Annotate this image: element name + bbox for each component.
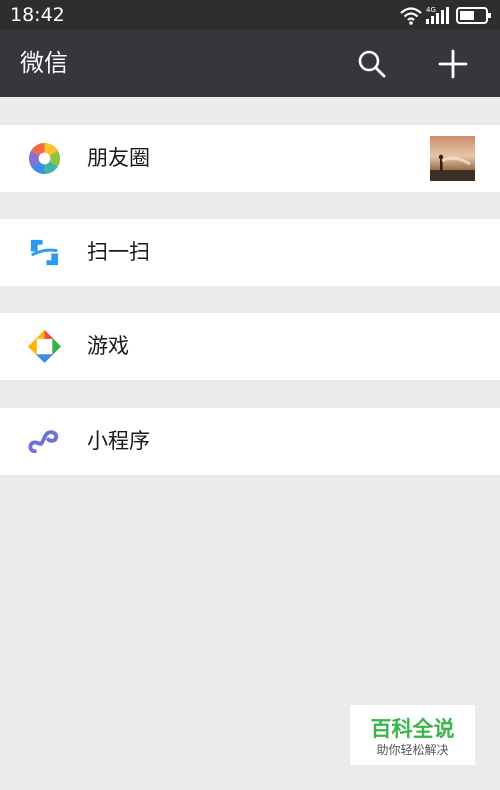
menu-item-label: 扫一扫 — [87, 240, 150, 264]
menu-item-label: 小程序 — [87, 429, 150, 453]
title-bar: 微信 — [0, 30, 500, 97]
search-icon — [358, 50, 386, 78]
add-button[interactable] — [437, 48, 469, 80]
menu-item-scan[interactable]: 扫一扫 — [0, 219, 500, 286]
watermark-subtitle: 助你轻松解决 — [376, 743, 449, 757]
menu-item-label: 朋友圈 — [87, 146, 150, 170]
mini-program-icon — [28, 430, 59, 454]
games-icon — [27, 329, 62, 364]
search-button[interactable] — [356, 48, 388, 80]
menu-item-games[interactable]: 游戏 — [0, 313, 500, 380]
menu-item-label: 游戏 — [87, 334, 129, 358]
status-time: 18:42 — [10, 4, 65, 26]
menu-item-mini-programs[interactable]: 小程序 — [0, 408, 500, 475]
network-type-label: 4G — [426, 6, 436, 14]
plus-icon — [438, 49, 468, 79]
moments-icon — [28, 142, 61, 175]
menu-item-moments[interactable]: 朋友圈 — [0, 125, 500, 192]
battery-icon — [456, 7, 491, 24]
status-bar: 18:42 4G — [0, 0, 500, 30]
watermark-title: 百科全说 — [370, 717, 455, 741]
page-title: 微信 — [20, 49, 68, 77]
status-icons: 4G — [400, 6, 491, 25]
wifi-icon — [400, 7, 422, 25]
moments-thumbnail — [430, 136, 475, 181]
watermark-badge: 百科全说 助你轻松解决 — [350, 705, 475, 765]
scan-icon — [30, 239, 59, 266]
